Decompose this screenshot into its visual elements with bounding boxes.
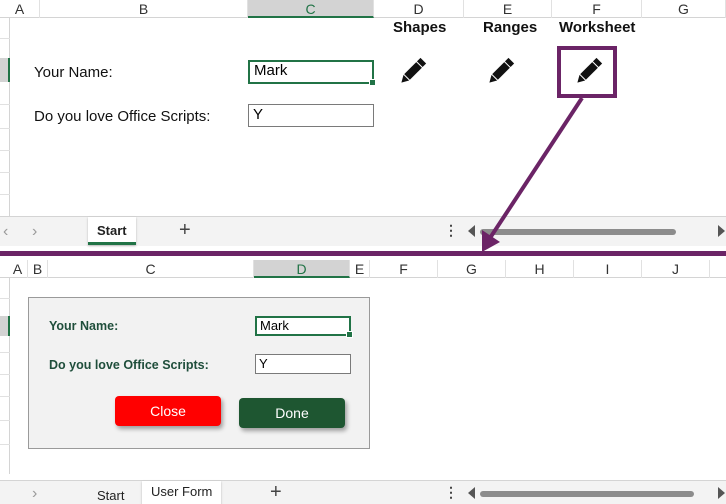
top-col-header-a[interactable]: A [0,0,40,18]
row-divider [0,352,10,353]
bottom-col-header-d[interactable]: D [254,260,350,278]
shapes-label: Shapes [393,19,447,36]
row-divider [0,374,10,375]
row-divider [0,104,10,105]
love-cell[interactable]: Y [248,104,374,127]
form-name-label: Your Name: [49,319,119,333]
name-label: Your Name: [34,64,113,81]
divider-line [0,251,726,256]
top-row-header-selected[interactable] [0,58,10,82]
form-name-field[interactable]: Mark [255,316,353,338]
bottom-col-header-b[interactable]: B [28,260,48,278]
tab-start[interactable]: Start [88,483,133,504]
bottom-col-header-g[interactable]: G [438,260,506,278]
user-form-panel: Your Name: Mark Do you love Office Scrip… [28,297,370,449]
row-divider [0,150,10,151]
worksheet-label: Worksheet [559,19,636,36]
scroll-right-icon[interactable] [718,487,725,499]
top-column-header: A B C D E F G [0,0,726,18]
top-sheet-tab-bar: ‹ › Start + ⋮ [0,216,726,246]
bottom-col-header-f[interactable]: F [370,260,438,278]
row-divider [0,172,10,173]
top-col-header-d[interactable]: D [374,0,464,18]
bottom-col-header-j[interactable]: J [642,260,710,278]
top-row-header [0,18,10,216]
arrow-connector [482,96,584,252]
chevron-left-icon[interactable]: ‹ [3,223,8,241]
pencil-icon[interactable] [394,54,430,90]
ranges-label: Ranges [483,19,538,36]
bottom-col-header-a[interactable]: A [8,260,28,278]
top-col-header-g[interactable]: G [642,0,726,18]
bottom-col-header-e[interactable]: E [350,260,370,278]
more-options-icon[interactable]: ⋮ [444,222,458,239]
row-divider [0,38,10,39]
row-divider [0,194,10,195]
chevron-right-icon[interactable]: › [32,485,37,503]
horizontal-scrollbar[interactable] [480,491,694,497]
top-col-header-b[interactable]: B [40,0,248,18]
row-divider [0,128,10,129]
bottom-col-header-c[interactable]: C [48,260,254,278]
row-divider [0,298,10,299]
pencil-icon[interactable] [570,54,606,90]
done-button[interactable]: Done [239,398,345,428]
add-sheet-button[interactable]: + [270,481,282,504]
row-divider [0,444,10,445]
pencil-icon[interactable] [482,54,518,90]
top-col-header-c[interactable]: C [248,0,374,18]
bottom-col-header-h[interactable]: H [506,260,574,278]
add-sheet-button[interactable]: + [179,219,191,242]
love-label: Do you love Office Scripts: [34,108,211,125]
close-button[interactable]: Close [115,396,221,426]
tab-user-form[interactable]: User Form [142,481,222,504]
form-love-field[interactable]: Y [255,354,351,374]
tab-start[interactable]: Start [88,217,136,245]
name-cell[interactable]: Mark [248,60,376,86]
top-col-header-e[interactable]: E [464,0,552,18]
scroll-right-icon[interactable] [718,225,725,237]
form-love-label: Do you love Office Scripts: [49,358,209,372]
chevron-right-icon[interactable]: › [32,223,37,241]
more-options-icon[interactable]: ⋮ [444,484,458,501]
top-col-header-f[interactable]: F [552,0,642,18]
bottom-col-header-i[interactable]: I [574,260,642,278]
row-divider [0,396,10,397]
bottom-row-header-selected[interactable] [0,316,10,336]
bottom-sheet-tab-bar: › Start User Form + ⋮ [0,480,726,504]
scroll-left-icon[interactable] [468,487,475,499]
bottom-column-header: A B C D E F G H I J [0,260,726,278]
row-divider [0,420,10,421]
